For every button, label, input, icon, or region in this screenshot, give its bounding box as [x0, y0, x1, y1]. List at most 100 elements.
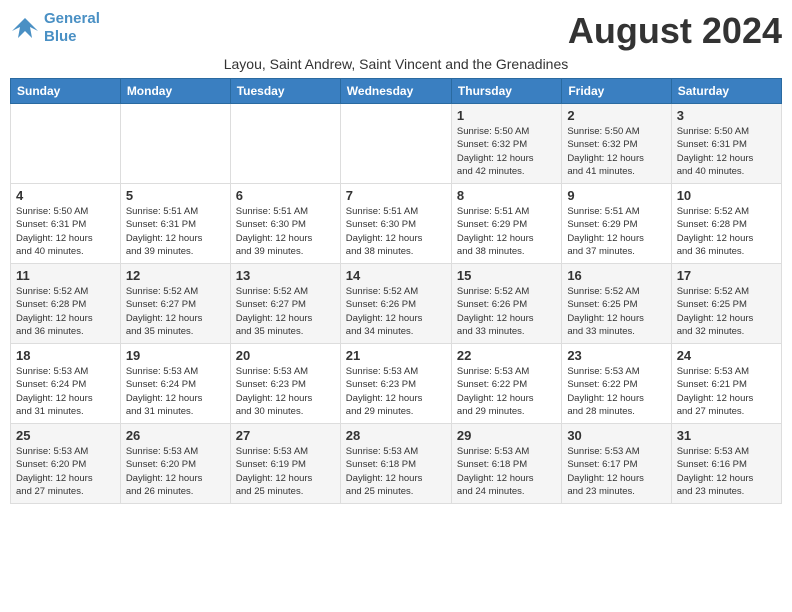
day-cell: 1 Sunrise: 5:50 AM Sunset: 6:32 PM Daylig… [451, 104, 561, 184]
day-cell: 16 Sunrise: 5:52 AM Sunset: 6:25 PM Dayli… [562, 264, 671, 344]
day-info: Sunrise: 5:51 AM Sunset: 6:31 PM Dayligh… [126, 205, 225, 258]
week-row-4: 18Sunrise: 5:53 AM Sunset: 6:24 PM Dayli… [11, 344, 782, 424]
header-saturday: Saturday [671, 79, 781, 104]
day-cell [230, 104, 340, 184]
header: General Blue August 2024 [10, 10, 782, 52]
logo-line1: General [44, 10, 100, 27]
calendar-table: SundayMondayTuesdayWednesdayThursdayFrid… [10, 78, 782, 504]
day-number: 13 [236, 268, 335, 283]
day-info: Sunrise: 5:53 AM Sunset: 6:18 PM Dayligh… [346, 445, 446, 498]
day-info: Sunrise: 5:53 AM Sunset: 6:19 PM Dayligh… [236, 445, 335, 498]
day-info: Sunrise: 5:53 AM Sunset: 6:17 PM Dayligh… [567, 445, 665, 498]
day-cell: 14 Sunrise: 5:52 AM Sunset: 6:26 PM Dayli… [340, 264, 451, 344]
day-info: Sunrise: 5:53 AM Sunset: 6:24 PM Dayligh… [126, 365, 225, 418]
day-info: Sunrise: 5:53 AM Sunset: 6:22 PM Dayligh… [457, 365, 556, 418]
day-info: Sunrise: 5:52 AM Sunset: 6:26 PM Dayligh… [457, 285, 556, 338]
day-cell: 8 Sunrise: 5:51 AM Sunset: 6:29 PM Daylig… [451, 184, 561, 264]
day-info: Sunrise: 5:52 AM Sunset: 6:27 PM Dayligh… [236, 285, 335, 338]
day-number: 3 [677, 108, 776, 123]
day-info: Sunrise: 5:51 AM Sunset: 6:30 PM Dayligh… [236, 205, 335, 258]
day-cell: 23Sunrise: 5:53 AM Sunset: 6:22 PM Dayli… [562, 344, 671, 424]
day-info: Sunrise: 5:53 AM Sunset: 6:22 PM Dayligh… [567, 365, 665, 418]
day-cell: 20 Sunrise: 5:53 AM Sunset: 6:23 PM Dayli… [230, 344, 340, 424]
logo-icon [10, 13, 40, 43]
day-number: 5 [126, 188, 225, 203]
logo-line2: Blue [44, 28, 77, 45]
day-cell: 29 Sunrise: 5:53 AM Sunset: 6:18 PM Dayli… [451, 424, 561, 504]
week-row-3: 11Sunrise: 5:52 AM Sunset: 6:28 PM Dayli… [11, 264, 782, 344]
day-cell: 30 Sunrise: 5:53 AM Sunset: 6:17 PM Dayli… [562, 424, 671, 504]
month-year-title: August 2024 [568, 10, 782, 52]
day-info: Sunrise: 5:52 AM Sunset: 6:26 PM Dayligh… [346, 285, 446, 338]
day-cell [340, 104, 451, 184]
day-info: Sunrise: 5:53 AM Sunset: 6:20 PM Dayligh… [16, 445, 115, 498]
day-cell [120, 104, 230, 184]
week-row-5: 25 Sunrise: 5:53 AM Sunset: 6:20 PM Dayli… [11, 424, 782, 504]
day-number: 26 [126, 428, 225, 443]
day-info: Sunrise: 5:53 AM Sunset: 6:21 PM Dayligh… [677, 365, 776, 418]
day-info: Sunrise: 5:53 AM Sunset: 6:23 PM Dayligh… [346, 365, 446, 418]
day-number: 4 [16, 188, 115, 203]
header-sunday: Sunday [11, 79, 121, 104]
day-number: 25 [16, 428, 115, 443]
day-cell: 7 Sunrise: 5:51 AM Sunset: 6:30 PM Daylig… [340, 184, 451, 264]
day-info: Sunrise: 5:52 AM Sunset: 6:27 PM Dayligh… [126, 285, 225, 338]
day-cell: 10Sunrise: 5:52 AM Sunset: 6:28 PM Dayli… [671, 184, 781, 264]
day-info: Sunrise: 5:50 AM Sunset: 6:31 PM Dayligh… [16, 205, 115, 258]
day-info: Sunrise: 5:50 AM Sunset: 6:32 PM Dayligh… [457, 125, 556, 178]
day-info: Sunrise: 5:52 AM Sunset: 6:25 PM Dayligh… [677, 285, 776, 338]
day-cell: 13 Sunrise: 5:52 AM Sunset: 6:27 PM Dayli… [230, 264, 340, 344]
logo: General Blue [10, 10, 100, 46]
day-cell: 26 Sunrise: 5:53 AM Sunset: 6:20 PM Dayli… [120, 424, 230, 504]
day-number: 15 [457, 268, 556, 283]
day-number: 22 [457, 348, 556, 363]
day-cell: 2Sunrise: 5:50 AM Sunset: 6:32 PM Daylig… [562, 104, 671, 184]
header-row: SundayMondayTuesdayWednesdayThursdayFrid… [11, 79, 782, 104]
day-info: Sunrise: 5:53 AM Sunset: 6:20 PM Dayligh… [126, 445, 225, 498]
day-number: 20 [236, 348, 335, 363]
day-number: 28 [346, 428, 446, 443]
day-info: Sunrise: 5:53 AM Sunset: 6:18 PM Dayligh… [457, 445, 556, 498]
day-cell: 12Sunrise: 5:52 AM Sunset: 6:27 PM Dayli… [120, 264, 230, 344]
day-number: 2 [567, 108, 665, 123]
day-cell: 15 Sunrise: 5:52 AM Sunset: 6:26 PM Dayli… [451, 264, 561, 344]
day-info: Sunrise: 5:52 AM Sunset: 6:25 PM Dayligh… [567, 285, 665, 338]
day-number: 8 [457, 188, 556, 203]
day-cell: 17 Sunrise: 5:52 AM Sunset: 6:25 PM Dayli… [671, 264, 781, 344]
day-info: Sunrise: 5:53 AM Sunset: 6:23 PM Dayligh… [236, 365, 335, 418]
day-cell: 9Sunrise: 5:51 AM Sunset: 6:29 PM Daylig… [562, 184, 671, 264]
day-info: Sunrise: 5:51 AM Sunset: 6:29 PM Dayligh… [457, 205, 556, 258]
day-cell: 4 Sunrise: 5:50 AM Sunset: 6:31 PM Daylig… [11, 184, 121, 264]
day-number: 1 [457, 108, 556, 123]
day-cell: 22 Sunrise: 5:53 AM Sunset: 6:22 PM Dayli… [451, 344, 561, 424]
location-subtitle: Layou, Saint Andrew, Saint Vincent and t… [10, 56, 782, 72]
logo-text: General Blue [44, 10, 100, 46]
day-number: 9 [567, 188, 665, 203]
day-info: Sunrise: 5:53 AM Sunset: 6:16 PM Dayligh… [677, 445, 776, 498]
day-info: Sunrise: 5:52 AM Sunset: 6:28 PM Dayligh… [677, 205, 776, 258]
day-cell: 21 Sunrise: 5:53 AM Sunset: 6:23 PM Dayli… [340, 344, 451, 424]
week-row-2: 4 Sunrise: 5:50 AM Sunset: 6:31 PM Daylig… [11, 184, 782, 264]
day-number: 7 [346, 188, 446, 203]
day-cell: 25 Sunrise: 5:53 AM Sunset: 6:20 PM Dayli… [11, 424, 121, 504]
title-area: August 2024 [568, 10, 782, 52]
day-number: 21 [346, 348, 446, 363]
day-cell: 24Sunrise: 5:53 AM Sunset: 6:21 PM Dayli… [671, 344, 781, 424]
day-info: Sunrise: 5:51 AM Sunset: 6:30 PM Dayligh… [346, 205, 446, 258]
day-cell: 27 Sunrise: 5:53 AM Sunset: 6:19 PM Dayli… [230, 424, 340, 504]
day-number: 27 [236, 428, 335, 443]
day-number: 29 [457, 428, 556, 443]
day-cell: 31Sunrise: 5:53 AM Sunset: 6:16 PM Dayli… [671, 424, 781, 504]
day-number: 14 [346, 268, 446, 283]
day-info: Sunrise: 5:52 AM Sunset: 6:28 PM Dayligh… [16, 285, 115, 338]
day-number: 6 [236, 188, 335, 203]
header-friday: Friday [562, 79, 671, 104]
day-number: 16 [567, 268, 665, 283]
header-wednesday: Wednesday [340, 79, 451, 104]
day-info: Sunrise: 5:53 AM Sunset: 6:24 PM Dayligh… [16, 365, 115, 418]
day-info: Sunrise: 5:50 AM Sunset: 6:31 PM Dayligh… [677, 125, 776, 178]
day-number: 17 [677, 268, 776, 283]
day-cell: 3 Sunrise: 5:50 AM Sunset: 6:31 PM Daylig… [671, 104, 781, 184]
day-number: 30 [567, 428, 665, 443]
day-cell [11, 104, 121, 184]
